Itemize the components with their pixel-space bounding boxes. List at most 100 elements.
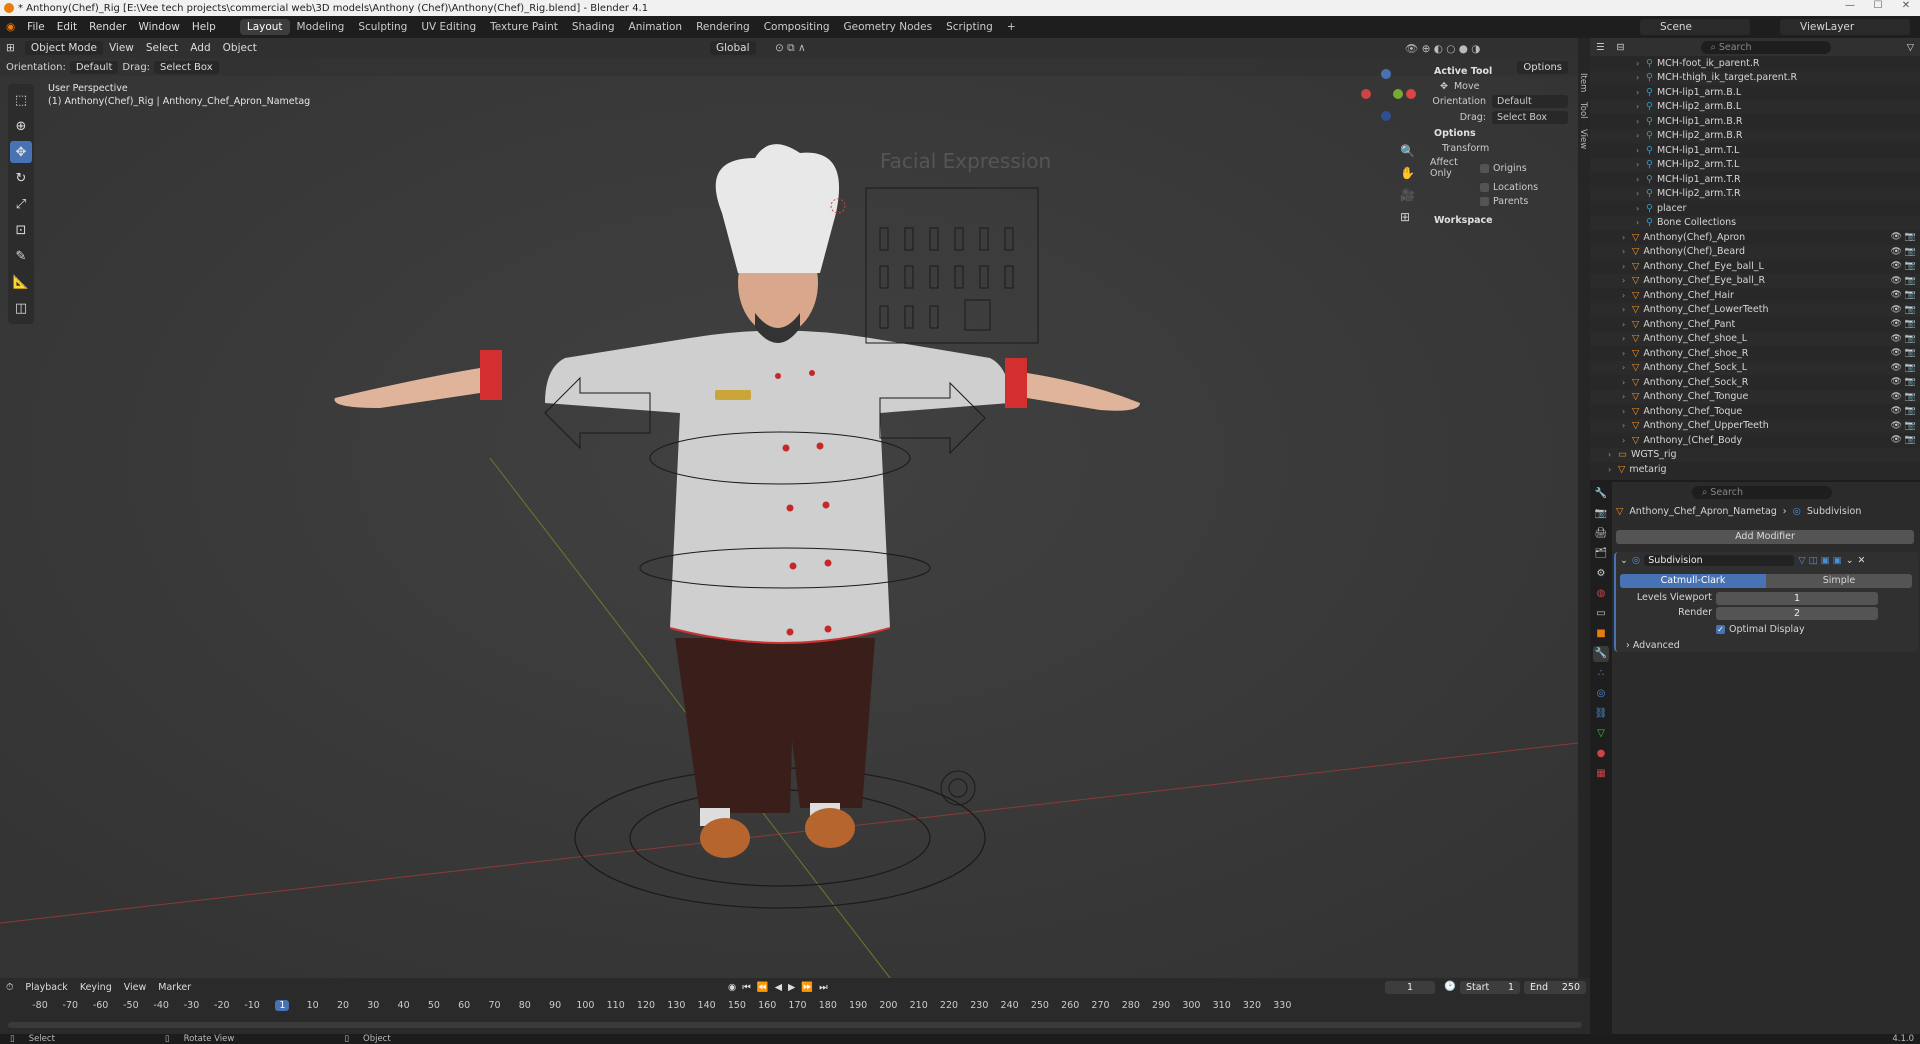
tab-animation[interactable]: Animation [622, 19, 690, 35]
active-tool-header[interactable]: Active Tool [1434, 66, 1570, 77]
timeline-scrollbar[interactable] [8, 1022, 1582, 1028]
zoom-icon[interactable]: 🔍 [1400, 144, 1415, 158]
physics-tab-icon[interactable]: ◎ [1593, 686, 1609, 702]
expand-chevron-icon[interactable]: › [1608, 450, 1618, 459]
select-box-icon[interactable]: ⬚ [10, 89, 32, 111]
material-tab-icon[interactable]: ● [1593, 746, 1609, 762]
expand-chevron-icon[interactable]: › [1636, 102, 1646, 111]
gizmo-z-neg-icon[interactable] [1381, 111, 1391, 121]
tab-view[interactable]: View [1578, 124, 1588, 154]
outliner-row[interactable]: › ▽ Anthony(Chef)_Beard 👁 📷 [1590, 244, 1920, 259]
minimize-icon[interactable]: — [1836, 0, 1864, 11]
menu-edit[interactable]: Edit [51, 21, 83, 33]
add-workspace-icon[interactable]: + [1000, 19, 1023, 35]
drag-dropdown[interactable]: Select Box [154, 60, 219, 74]
expand-chevron-icon[interactable]: › [1622, 305, 1632, 314]
transform-header[interactable]: Transform [1442, 143, 1570, 154]
menu-select[interactable]: Select [140, 42, 184, 54]
options-header[interactable]: Options [1434, 128, 1570, 139]
gizmo-x-neg-icon[interactable] [1361, 89, 1371, 99]
outliner-row[interactable]: › ⚲ placer [1590, 201, 1920, 216]
visibility-icon[interactable]: 👁 📷 [1891, 261, 1917, 271]
orientation-dropdown[interactable]: Default [69, 60, 119, 74]
editor-type-icon[interactable]: ⊞ [0, 42, 21, 54]
outliner-row[interactable]: › ▽ Anthony_Chef_shoe_L 👁 📷 [1590, 331, 1920, 346]
tab-uv-editing[interactable]: UV Editing [414, 19, 483, 35]
expand-chevron-icon[interactable]: › [1608, 465, 1618, 474]
expand-chevron-icon[interactable]: › [1636, 218, 1646, 227]
modifier-tab-icon[interactable]: 🔧 [1593, 646, 1609, 662]
pivot-snap-icons[interactable]: ⊙ ⧉ ∧ [775, 42, 806, 55]
outliner-row[interactable]: › ▽ Anthony_Chef_shoe_R 👁 📷 [1590, 346, 1920, 361]
outliner-row[interactable]: › ⚲ MCH-lip1_arm.B.R [1590, 114, 1920, 129]
outliner-row[interactable]: › ▽ Anthony(Chef)_Apron 👁 📷 [1590, 230, 1920, 245]
expand-chevron-icon[interactable]: › [1622, 291, 1632, 300]
outliner-row[interactable]: › ▽ Anthony_Chef_Toque 👁 📷 [1590, 404, 1920, 419]
locations-checkbox[interactable] [1480, 183, 1489, 192]
grid-icon[interactable]: ⊞ [1400, 210, 1415, 224]
modifier-name-field[interactable]: Subdivision [1644, 555, 1795, 566]
tab-compositing[interactable]: Compositing [757, 19, 837, 35]
outliner-row[interactable]: › ▽ Anthony_Chef_Pant 👁 📷 [1590, 317, 1920, 332]
tab-geometry-nodes[interactable]: Geometry Nodes [837, 19, 940, 35]
visibility-icon[interactable]: 👁 📷 [1891, 421, 1917, 431]
constraints-tab-icon[interactable]: ⛓ [1593, 706, 1609, 722]
visibility-icon[interactable]: 👁 📷 [1891, 377, 1917, 387]
tab-texture-paint[interactable]: Texture Paint [483, 19, 565, 35]
tab-scripting[interactable]: Scripting [939, 19, 1000, 35]
particles-tab-icon[interactable]: ∴ [1593, 666, 1609, 682]
visibility-icon[interactable]: 👁 📷 [1891, 406, 1917, 416]
expand-chevron-icon[interactable]: › [1622, 276, 1632, 285]
menu-help[interactable]: Help [186, 21, 222, 33]
simple-button[interactable]: Simple [1766, 574, 1912, 588]
tab-layout[interactable]: Layout [239, 19, 290, 35]
outliner-row[interactable]: › ▽ Anthony_Chef_Tongue 👁 📷 [1590, 389, 1920, 404]
expand-chevron-icon[interactable]: › [1622, 320, 1632, 329]
menu-file[interactable]: File [21, 21, 51, 33]
transform-orientation[interactable]: Global [710, 41, 756, 55]
cursor-icon[interactable]: ⊕ [10, 115, 32, 137]
outliner-row[interactable]: › ▽ Anthony_Chef_Hair 👁 📷 [1590, 288, 1920, 303]
props-search-input[interactable]: ⌕ Search [1692, 485, 1832, 499]
menu-playback[interactable]: Playback [19, 982, 73, 993]
optimal-display-checkbox[interactable]: ✓ [1716, 625, 1725, 634]
visibility-icon[interactable]: 👁 📷 [1891, 435, 1917, 445]
prev-key-icon[interactable]: ⏪ [757, 982, 769, 993]
annotate-icon[interactable]: ✎ [10, 245, 32, 267]
expand-chevron-icon[interactable]: › [1622, 233, 1632, 242]
outliner-editor-icon[interactable]: ☰ [1590, 42, 1611, 53]
render-tab-icon[interactable]: 📷 [1593, 506, 1609, 522]
move-icon[interactable]: ✥ [10, 141, 32, 163]
expand-chevron-icon[interactable]: › [1622, 407, 1632, 416]
add-modifier-button[interactable]: Add Modifier [1616, 530, 1914, 544]
timeline-ruler[interactable]: -80 -70 -60 -50 -40 -30 -20 -10 1 10 20 30 40 50 60 70 8… [0, 996, 1590, 1018]
visibility-icon[interactable]: 👁 📷 [1891, 232, 1917, 242]
menu-marker[interactable]: Marker [152, 982, 197, 993]
expand-chevron-icon[interactable]: › [1622, 436, 1632, 445]
tab-shading[interactable]: Shading [565, 19, 622, 35]
expand-chevron-icon[interactable]: › [1636, 146, 1646, 155]
outliner-row[interactable]: › ⚲ Bone Collections [1590, 215, 1920, 230]
levels-viewport-field[interactable]: 1 [1716, 592, 1878, 605]
timeline-editor-icon[interactable]: ⏱ [0, 982, 19, 993]
visibility-icon[interactable]: 👁 📷 [1891, 319, 1917, 329]
remove-modifier-icon[interactable]: ✕ [1858, 555, 1866, 566]
outliner-row[interactable]: › ⚲ MCH-thigh_ik_target.parent.R [1590, 70, 1920, 85]
visibility-icon[interactable]: 👁 📷 [1891, 247, 1917, 257]
outliner-row[interactable]: › ▽ Anthony_Chef_Eye_ball_L 👁 📷 [1590, 259, 1920, 274]
outliner-row[interactable]: › ▽ Anthony_Chef_Sock_R 👁 📷 [1590, 375, 1920, 390]
tab-sculpting[interactable]: Sculpting [351, 19, 414, 35]
object-tab-icon[interactable]: ■ [1593, 626, 1609, 642]
expand-chevron-icon[interactable]: › [1622, 421, 1632, 430]
outliner-row[interactable]: › ⚲ MCH-lip2_arm.T.L [1590, 157, 1920, 172]
outliner-row[interactable]: › ▭ WGTS_rig [1590, 447, 1920, 462]
outliner-row[interactable]: › ▽ Anthony_Chef_UpperTeeth 👁 📷 [1590, 418, 1920, 433]
expand-chevron-icon[interactable]: › [1622, 392, 1632, 401]
expand-chevron-icon[interactable]: › [1636, 175, 1646, 184]
outliner-row[interactable]: › ▽ Anthony_Chef_LowerTeeth 👁 📷 [1590, 302, 1920, 317]
gizmo-x-icon[interactable] [1406, 89, 1416, 99]
outliner-display-mode-icon[interactable]: ⊟ [1611, 42, 1631, 53]
outliner-row[interactable]: › ⚲ MCH-lip2_arm.B.R [1590, 128, 1920, 143]
menu-window[interactable]: Window [132, 21, 185, 33]
scene-selector[interactable]: Scene [1640, 19, 1750, 35]
